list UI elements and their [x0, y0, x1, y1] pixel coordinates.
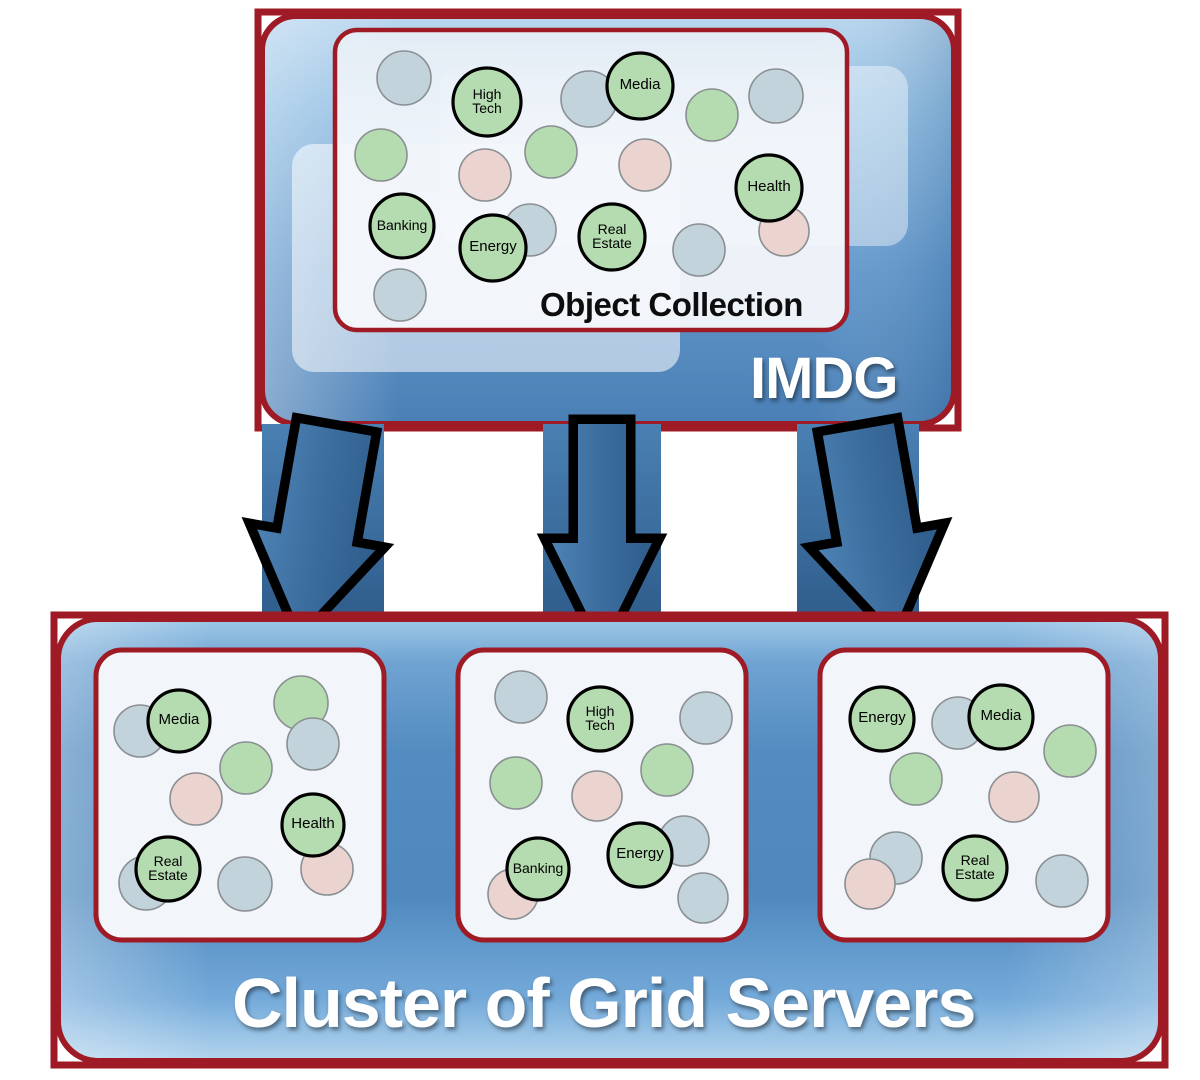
arrow-center	[536, 414, 668, 666]
collection-object	[748, 68, 804, 124]
server-2-object	[489, 756, 543, 810]
arrow-left	[241, 412, 395, 648]
server-2-object	[571, 770, 623, 822]
server-2-object	[494, 670, 548, 724]
server-3-object	[988, 771, 1040, 823]
collection-object-health	[734, 153, 804, 223]
server-3-object-real-estate	[941, 834, 1009, 902]
server-1-object	[169, 772, 223, 826]
server-2-object-banking	[505, 836, 571, 902]
server-1-object-media	[146, 688, 212, 754]
server-1-object	[219, 741, 273, 795]
collection-object-real-estate	[577, 202, 647, 272]
collection-object-media	[605, 51, 675, 121]
server-2-object	[640, 743, 694, 797]
server-3-object	[1043, 724, 1097, 778]
collection-object	[672, 223, 726, 277]
server-2-object	[677, 872, 729, 924]
server-1-object-health	[280, 792, 346, 858]
collection-object	[524, 125, 578, 179]
server-3-object-media	[967, 683, 1035, 751]
collection-object-energy	[458, 213, 528, 283]
server-3-object	[889, 752, 943, 806]
arrow-right	[797, 412, 953, 648]
server-2-object-high-tech	[566, 685, 634, 753]
diagram-graphics	[50, 8, 1169, 1069]
imdg-title: IMDG	[750, 346, 898, 411]
server-2-object	[679, 691, 733, 745]
collection-object	[373, 268, 427, 322]
diagram-canvas: Object Collection IMDG Cluster of Grid S…	[0, 0, 1200, 1080]
collection-object	[376, 50, 432, 106]
server-3-object-energy	[848, 685, 916, 753]
cluster-title: Cluster of Grid Servers	[232, 964, 976, 1042]
collection-object-high-tech	[451, 66, 523, 138]
server-1-object	[286, 717, 340, 771]
object-collection-label: Object Collection	[540, 286, 803, 323]
collection-object	[618, 138, 672, 192]
server-1-object	[217, 856, 273, 912]
server-2-object-energy	[606, 821, 674, 889]
server-3-object	[844, 858, 896, 910]
server-3-object	[1035, 854, 1089, 908]
arrow-group	[241, 412, 953, 666]
collection-object-banking	[368, 192, 436, 260]
collection-object	[685, 88, 739, 142]
server-1-object-real-estate	[134, 835, 202, 903]
collection-object	[354, 128, 408, 182]
collection-object	[458, 148, 512, 202]
